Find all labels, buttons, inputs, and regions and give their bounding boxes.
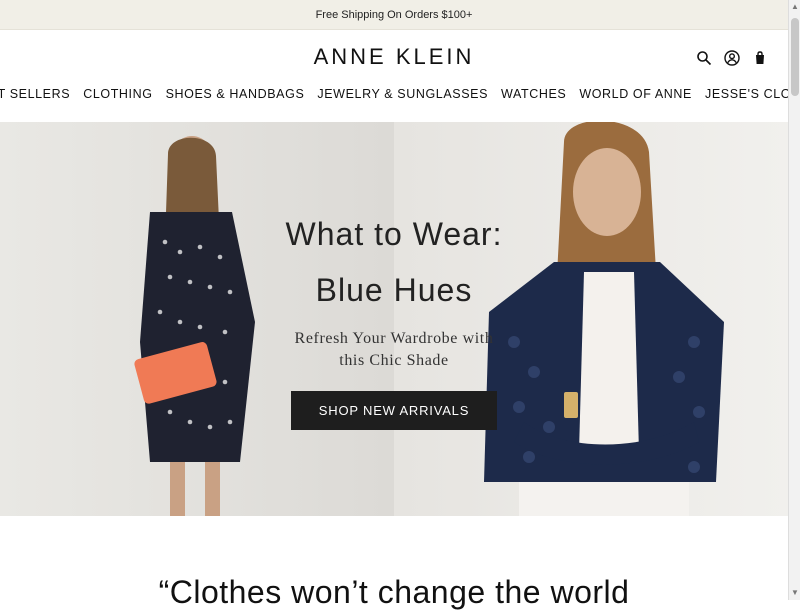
scroll-thumb[interactable] bbox=[791, 18, 799, 96]
brand-logo[interactable]: ANNE KLEIN bbox=[0, 44, 788, 70]
announcement-bar: Free Shipping On Orders $100+ bbox=[0, 0, 788, 30]
announcement-text: Free Shipping On Orders $100+ bbox=[315, 8, 473, 21]
hero-subtitle: Refresh Your Wardrobe with this Chic Sha… bbox=[0, 328, 788, 372]
main-navigation: BEST SELLERS CLOTHING SHOES & HANDBAGS J… bbox=[0, 87, 800, 101]
nav-item-jesses-closet[interactable]: JESSE'S CLOSET bbox=[705, 87, 800, 101]
hero-subtitle-line-1: Refresh Your Wardrobe with bbox=[294, 330, 494, 347]
hero-banner[interactable]: What to Wear: Blue Hues Refresh Your War… bbox=[0, 122, 788, 516]
page-scrollbar[interactable]: ▲ ▼ bbox=[788, 0, 800, 600]
nav-item-jewelry-sunglasses[interactable]: JEWELRY & SUNGLASSES bbox=[317, 87, 488, 101]
bag-icon[interactable] bbox=[752, 50, 768, 66]
hero-image-right bbox=[394, 122, 788, 516]
site-header: ANNE KLEIN BEST SELLERS CLOTHING SHOES &… bbox=[0, 30, 800, 122]
nav-item-clothing[interactable]: CLOTHING bbox=[83, 87, 152, 101]
nav-item-world-of-anne[interactable]: WORLD OF ANNE bbox=[579, 87, 692, 101]
search-icon[interactable] bbox=[696, 50, 712, 66]
scroll-down-icon[interactable]: ▼ bbox=[791, 588, 799, 598]
scroll-up-icon[interactable]: ▲ bbox=[791, 2, 799, 12]
hero-image-left bbox=[0, 122, 394, 516]
hero-title-line-1: What to Wear: bbox=[285, 216, 503, 252]
quote-heading: “Clothes won’t change the world bbox=[158, 574, 630, 610]
nav-item-shoes-handbags[interactable]: SHOES & HANDBAGS bbox=[166, 87, 305, 101]
shop-new-arrivals-button[interactable]: SHOP NEW ARRIVALS bbox=[291, 391, 497, 430]
account-icon[interactable] bbox=[724, 50, 740, 66]
nav-item-best-sellers[interactable]: BEST SELLERS bbox=[0, 87, 70, 101]
nav-item-watches[interactable]: WATCHES bbox=[501, 87, 566, 101]
hero-title-line-2: Blue Hues bbox=[315, 272, 473, 308]
hero-subtitle-line-2: this Chic Shade bbox=[339, 352, 449, 369]
header-icons bbox=[696, 50, 768, 66]
